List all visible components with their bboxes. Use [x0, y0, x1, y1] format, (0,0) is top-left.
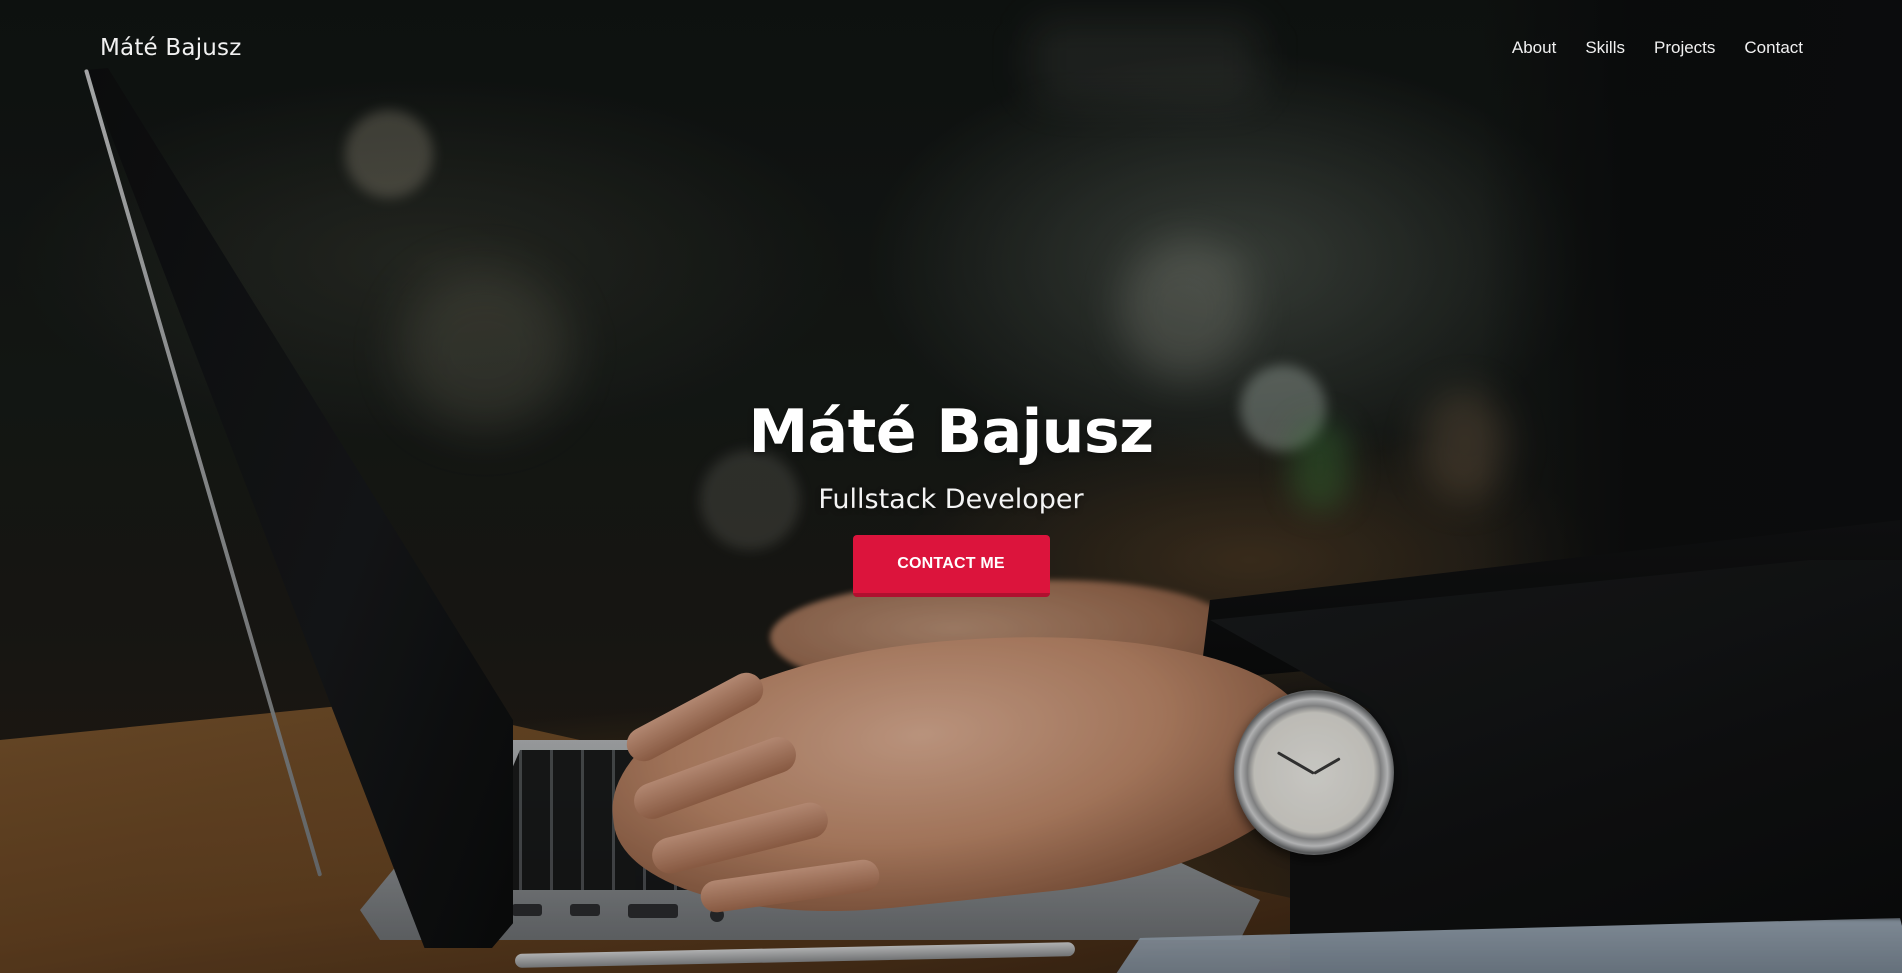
- navbar: Máté Bajusz About Skills Projects Contac…: [0, 0, 1902, 100]
- brand-logo[interactable]: Máté Bajusz: [100, 35, 242, 61]
- nav-links: About Skills Projects Contact: [1512, 38, 1803, 58]
- nav-link-contact[interactable]: Contact: [1744, 38, 1803, 58]
- nav-link-about[interactable]: About: [1512, 38, 1556, 58]
- nav-link-skills[interactable]: Skills: [1585, 38, 1625, 58]
- contact-me-button[interactable]: CONTACT ME: [852, 535, 1050, 597]
- hero-subtitle: Fullstack Developer: [818, 484, 1084, 515]
- nav-link-projects[interactable]: Projects: [1654, 38, 1715, 58]
- hero-section: Máté Bajusz About Skills Projects Contac…: [0, 0, 1902, 973]
- hero-title: Máté Bajusz: [748, 397, 1154, 467]
- hero-content: Máté Bajusz Fullstack Developer CONTACT …: [0, 392, 1902, 597]
